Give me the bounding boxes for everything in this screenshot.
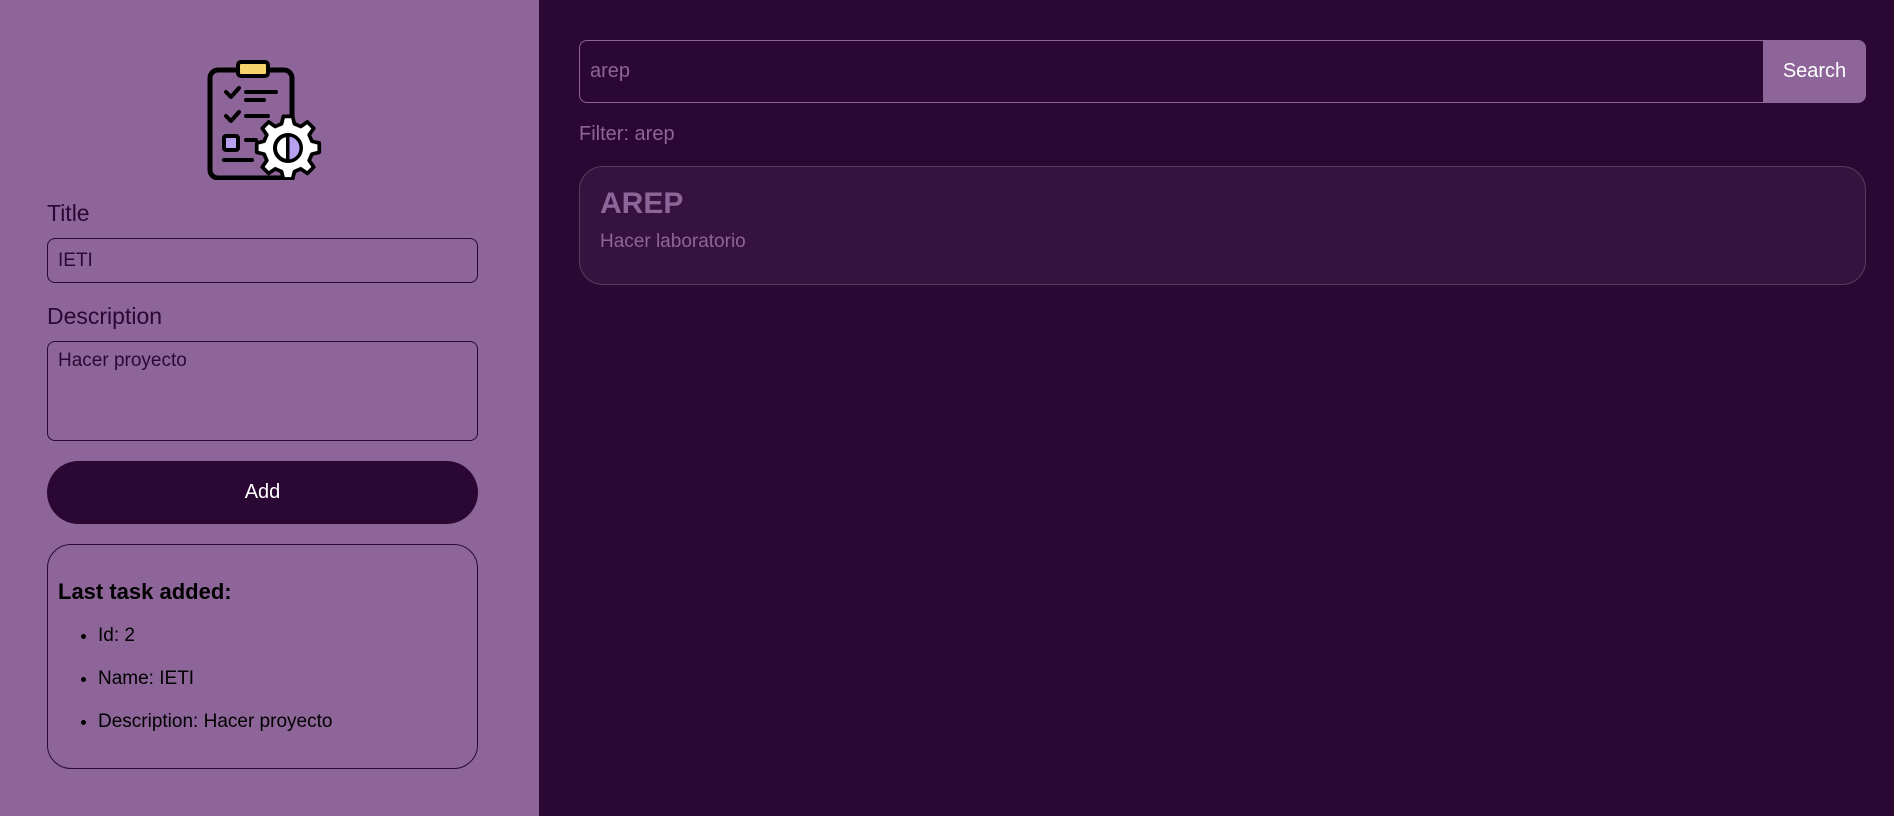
last-task-details: Id: 2 Name: IETI Description: Hacer proy…	[58, 624, 467, 734]
title-label: Title	[47, 200, 90, 226]
clipboard-gear-icon	[207, 60, 322, 180]
task-description: Hacer laboratorio	[600, 231, 746, 252]
filter-status: Filter: arep	[579, 123, 675, 145]
task-form-panel: Title Description Hacer proyecto Add Las…	[0, 0, 539, 816]
last-task-heading: Last task added:	[58, 579, 232, 604]
last-task-description: Description: Hacer proyecto	[98, 710, 467, 734]
title-input[interactable]	[47, 238, 478, 283]
description-textarea[interactable]: Hacer proyecto	[47, 341, 478, 441]
last-task-card: Last task added: Id: 2 Name: IETI Descri…	[47, 544, 478, 769]
task-card: AREP Hacer laboratorio	[579, 166, 1866, 285]
task-title: AREP	[600, 187, 684, 220]
search-button[interactable]: Search	[1763, 40, 1866, 103]
add-button[interactable]: Add	[47, 461, 478, 524]
search-bar: Search	[579, 40, 1866, 103]
last-task-name: Name: IETI	[98, 667, 467, 691]
app-root: Title Description Hacer proyecto Add Las…	[0, 0, 1894, 816]
last-task-id: Id: 2	[98, 624, 467, 648]
description-label: Description	[47, 303, 163, 329]
task-list-panel: Search Filter: arep AREP Hacer laborator…	[539, 0, 1894, 816]
search-input[interactable]	[579, 40, 1763, 103]
